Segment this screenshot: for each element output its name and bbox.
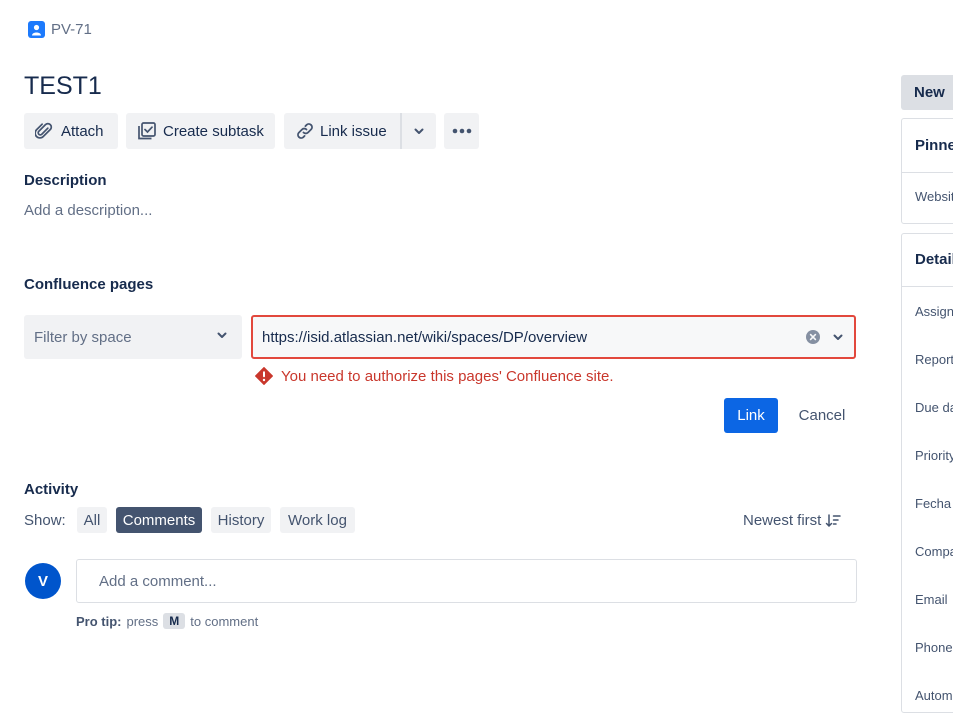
details-heading[interactable]: Detail [915,251,953,268]
link-button[interactable]: Link [724,398,778,433]
description-heading: Description [24,172,107,189]
link-issue-dropdown-button[interactable] [402,113,436,149]
activity-heading: Activity [24,481,79,498]
more-actions-button[interactable] [444,113,479,149]
show-label: Show: [24,512,66,529]
field-automation-label: Autom [915,688,953,703]
field-due-date-label: Due da [915,400,953,415]
paperclip-icon [35,122,54,141]
cancel-button[interactable]: Cancel [787,398,857,433]
more-icon [452,128,472,134]
link-issue-button[interactable]: Link issue [284,113,400,149]
field-reporter-label: Report [915,352,953,367]
subtask-icon [137,121,157,141]
details-divider [902,286,953,287]
issue-title[interactable]: TEST1 [24,72,102,101]
sort-label: Newest first [743,512,822,529]
confluence-url-value: https://isid.atlassian.net/wiki/spaces/D… [262,328,588,346]
pro-tip-press: press [126,613,159,629]
issue-type-icon [28,21,45,38]
field-fecha-label: Fecha [915,496,952,511]
pro-tip-label: Pro tip: [76,613,122,629]
field-assignee-label: Assign [915,304,953,319]
pinned-divider [902,172,953,173]
status-label: New [914,84,945,101]
chevron-down-icon [413,125,425,137]
create-subtask-button[interactable]: Create subtask [126,113,275,149]
create-subtask-label: Create subtask [163,122,264,140]
sort-order-button[interactable]: Newest first [743,512,842,529]
clear-icon[interactable] [806,330,820,344]
attach-label: Attach [61,122,104,140]
pinned-fields-card [901,118,953,224]
filter-all-button[interactable]: All [77,507,107,533]
filter-by-space-placeholder: Filter by space [34,328,132,346]
error-icon [255,367,273,385]
field-email-label: Email [915,592,948,607]
issue-key-link[interactable]: PV-71 [51,21,92,38]
confluence-heading: Confluence pages [24,276,154,293]
filter-history-button[interactable]: History [211,507,271,533]
field-phone-label: Phone [915,640,953,655]
filter-comments-button[interactable]: Comments [116,507,202,533]
field-company-label: Compa [915,544,953,559]
keyboard-key: M [163,613,186,629]
chevron-down-icon[interactable] [832,331,844,343]
attach-button[interactable]: Attach [24,113,118,149]
field-priority-label: Priority [915,448,953,463]
avatar: V [25,563,61,599]
description-editor[interactable]: Add a description... [24,202,152,219]
status-button[interactable]: New [901,75,953,110]
pro-tip: Pro tip: press M to comment [76,613,258,629]
pro-tip-rest: to comment [190,613,259,629]
chevron-down-icon [216,328,228,346]
confluence-error-message: You need to authorize this pages' Conflu… [255,367,614,385]
link-issue-label: Link issue [320,122,387,140]
filter-by-space-select[interactable]: Filter by space [24,315,242,359]
comment-placeholder: Add a comment... [99,572,217,590]
comment-input[interactable]: Add a comment... [76,559,857,603]
pinned-field-label: Websit [915,189,953,204]
filter-worklog-button[interactable]: Work log [280,507,355,533]
sort-descending-icon [825,513,842,528]
breadcrumb[interactable]: PV-71 [28,21,92,38]
confluence-url-input[interactable]: https://isid.atlassian.net/wiki/spaces/D… [251,315,856,359]
error-text: You need to authorize this pages' Conflu… [281,367,614,385]
link-icon [295,121,315,141]
pinned-heading[interactable]: Pinne [915,137,953,154]
